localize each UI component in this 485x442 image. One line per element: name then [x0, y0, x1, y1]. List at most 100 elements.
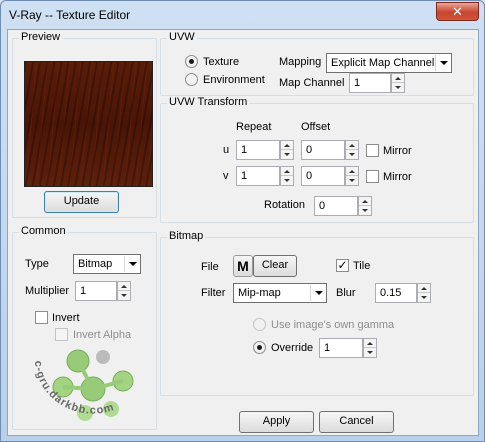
offset-header: Offset: [301, 121, 331, 133]
spinner-up-icon[interactable]: [418, 284, 430, 293]
mapping-label: Mapping: [279, 56, 322, 68]
multiplier-value: 1: [80, 285, 87, 297]
u-repeat-spinner[interactable]: [280, 140, 294, 160]
multiplier-spinner[interactable]: [117, 281, 131, 301]
map-channel-value: 1: [354, 77, 361, 89]
window-title: V-Ray -- Texture Editor: [9, 8, 131, 22]
spinner-down-icon[interactable]: [118, 291, 130, 300]
spinner-down-icon[interactable]: [281, 176, 293, 185]
clear-button[interactable]: Clear: [253, 255, 297, 277]
bitmap-group: Bitmap File M Clear ✓ Tile Filter Mip-ma…: [160, 230, 474, 396]
override-radio[interactable]: [253, 341, 266, 354]
update-button-label: Update: [63, 195, 100, 207]
clear-button-label: Clear: [261, 259, 289, 271]
type-label: Type: [25, 258, 49, 270]
spinner-up-icon[interactable]: [346, 141, 358, 150]
title-bar[interactable]: V-Ray -- Texture Editor ✕: [1, 1, 484, 29]
chevron-down-icon: [435, 55, 450, 71]
filter-label: Filter: [201, 287, 226, 299]
spinner-down-icon[interactable]: [346, 176, 358, 185]
u-offset-input[interactable]: 0: [301, 140, 345, 160]
v-label: v: [223, 170, 229, 182]
v-offset-spinner[interactable]: [345, 166, 359, 186]
u-repeat-input[interactable]: 1: [236, 140, 280, 160]
dialog-client-area: Preview Update UVW Texture Environment M…: [7, 29, 479, 436]
file-browse-button[interactable]: M: [233, 255, 253, 277]
type-dropdown[interactable]: Bitmap: [73, 254, 141, 274]
texture-radio[interactable]: [185, 55, 198, 68]
mapping-dropdown-value: Explicit Map Channel: [331, 57, 435, 69]
environment-radio-label: Environment: [203, 74, 265, 86]
watermark-text: c-gru.darkbb.com: [32, 360, 116, 417]
spinner-up-icon[interactable]: [346, 167, 358, 176]
preview-group-label: Preview: [19, 31, 63, 43]
spinner-up-icon[interactable]: [281, 167, 293, 176]
v-offset-value: 0: [306, 170, 313, 182]
blur-spinner[interactable]: [417, 283, 431, 303]
repeat-header: Repeat: [236, 121, 272, 133]
tile-checkbox[interactable]: ✓: [336, 259, 349, 272]
multiplier-input[interactable]: 1: [75, 281, 117, 301]
cancel-button-label: Cancel: [339, 415, 374, 427]
cancel-button[interactable]: Cancel: [319, 411, 394, 433]
blur-input[interactable]: 0.15: [375, 283, 417, 303]
map-channel-input[interactable]: 1: [349, 73, 391, 93]
override-input[interactable]: 1: [319, 338, 363, 358]
u-repeat-value: 1: [241, 144, 248, 156]
spinner-up-icon[interactable]: [359, 197, 371, 206]
uvw-group: UVW Texture Environment Mapping Explicit…: [160, 31, 474, 96]
v-mirror-label: Mirror: [383, 171, 412, 183]
v-repeat-input[interactable]: 1: [236, 166, 280, 186]
invert-label: Invert: [52, 312, 80, 324]
spinner-down-icon[interactable]: [281, 150, 293, 159]
multiplier-label: Multiplier: [25, 285, 70, 297]
spinner-down-icon[interactable]: [346, 150, 358, 159]
blur-value: 0.15: [380, 287, 402, 299]
blur-label: Blur: [336, 287, 356, 299]
apply-button[interactable]: Apply: [239, 411, 314, 433]
environment-radio[interactable]: [185, 73, 198, 86]
spinner-down-icon[interactable]: [359, 206, 371, 215]
spinner-down-icon[interactable]: [418, 293, 430, 302]
chevron-down-icon: [310, 285, 325, 301]
map-channel-label: Map Channel: [279, 77, 345, 89]
watermark-text-path: c-gru.darkbb.com: [32, 360, 115, 417]
close-button[interactable]: ✕: [436, 2, 479, 21]
rotation-value: 0: [319, 200, 326, 212]
u-mirror-label: Mirror: [383, 145, 412, 157]
v-repeat-spinner[interactable]: [280, 166, 294, 186]
uvw-transform-group-label: UVW Transform: [167, 96, 250, 108]
spinner-up-icon[interactable]: [118, 282, 130, 291]
invert-checkbox[interactable]: [35, 311, 48, 324]
u-offset-spinner[interactable]: [345, 140, 359, 160]
file-label: File: [201, 261, 219, 273]
filter-dropdown-value: Mip-map: [238, 287, 281, 299]
override-label: Override: [271, 342, 314, 354]
v-mirror-checkbox[interactable]: [366, 170, 379, 183]
map-channel-spinner[interactable]: [391, 73, 405, 93]
own-gamma-radio[interactable]: [253, 318, 266, 331]
common-group: Common Type Bitmap Multiplier 1 Invert I…: [12, 225, 157, 430]
chevron-down-icon: [124, 256, 139, 272]
rotation-label: Rotation: [264, 199, 305, 211]
override-spinner[interactable]: [363, 338, 377, 358]
spinner-down-icon[interactable]: [364, 348, 376, 357]
tile-label: Tile: [353, 260, 371, 272]
svg-text:c-gru.darkbb.com: c-gru.darkbb.com: [32, 360, 116, 417]
rotation-spinner[interactable]: [358, 196, 372, 216]
v-offset-input[interactable]: 0: [301, 166, 345, 186]
spinner-up-icon[interactable]: [392, 74, 404, 83]
spinner-up-icon[interactable]: [364, 339, 376, 348]
filter-dropdown[interactable]: Mip-map: [233, 283, 327, 303]
mapping-dropdown[interactable]: Explicit Map Channel: [326, 53, 452, 73]
u-mirror-checkbox[interactable]: [366, 144, 379, 157]
rotation-input[interactable]: 0: [314, 196, 358, 216]
texture-editor-window: V-Ray -- Texture Editor ✕ Preview Update…: [0, 0, 485, 442]
type-dropdown-value: Bitmap: [78, 258, 113, 270]
texture-radio-label: Texture: [203, 56, 240, 68]
spinner-down-icon[interactable]: [392, 83, 404, 92]
file-browse-label: M: [237, 258, 249, 274]
tile-checkmark-icon: ✓: [337, 258, 348, 272]
update-button[interactable]: Update: [44, 191, 119, 213]
spinner-up-icon[interactable]: [281, 141, 293, 150]
